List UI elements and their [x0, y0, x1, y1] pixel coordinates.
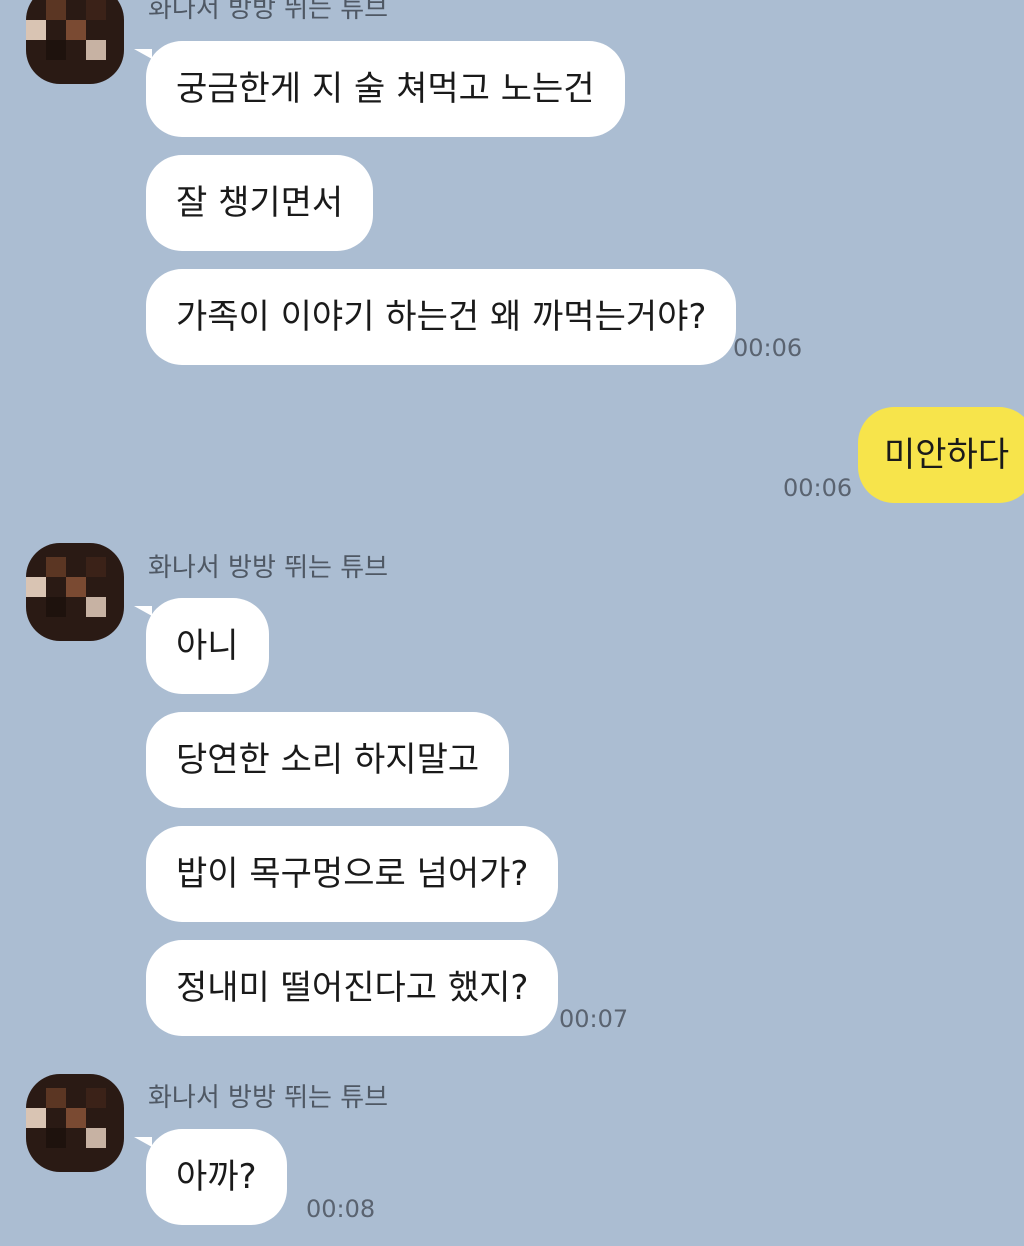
avatar-pixel: [66, 1108, 86, 1128]
sender-name: 화나서 방방 뛰는 튜브: [148, 553, 389, 583]
avatar[interactable]: [26, 543, 124, 641]
avatar-pixel: [86, 597, 106, 617]
message-bubble[interactable]: 정내미 떨어진다고 했지?: [146, 940, 559, 1036]
sender-name: 화나서 방방 뛰는 튜브: [148, 1083, 389, 1113]
avatar-pixel: [46, 1128, 66, 1148]
avatar-pixel: [66, 20, 86, 40]
message-bubble[interactable]: 아까?: [134, 1129, 287, 1225]
message-bubble[interactable]: 가족이 이야기 하는건 왜 까먹는거야?: [146, 269, 737, 365]
my-message-bubble[interactable]: 미안하다: [858, 407, 1024, 503]
message-bubble[interactable]: 궁금한게 지 술 쳐먹고 노는건: [134, 41, 625, 137]
message-bubble[interactable]: 잘 챙기면서: [146, 155, 374, 251]
avatar-pixel: [86, 1128, 106, 1148]
avatar-pixel: [46, 557, 66, 577]
avatar-pixel: [66, 577, 86, 597]
avatar-pixel: [86, 1088, 106, 1108]
avatar[interactable]: [26, 0, 124, 84]
avatar-pixel: [46, 597, 66, 617]
my-message-timestamp: 00:06: [783, 474, 853, 502]
message-bubble[interactable]: 밥이 목구멍으로 넘어가?: [146, 826, 559, 922]
avatar-pixel: [86, 0, 106, 20]
sender-name: 화나서 방방 뛰는 튜브: [148, 0, 389, 24]
message-timestamp: 00:07: [559, 1005, 629, 1033]
avatar-pixel: [46, 40, 66, 60]
avatar[interactable]: [26, 1074, 124, 1172]
avatar-pixel: [46, 0, 66, 20]
avatar-pixel: [26, 1108, 46, 1128]
avatar-pixel: [86, 557, 106, 577]
message-bubble[interactable]: 당연한 소리 하지말고: [146, 712, 510, 808]
chat-room: 화나서 방방 뛰는 튜브 궁금한게 지 술 쳐먹고 노는건 잘 챙기면서 가족이…: [0, 0, 1024, 1246]
avatar-pixel: [46, 1088, 66, 1108]
avatar-pixel: [86, 40, 106, 60]
avatar-pixel: [26, 20, 46, 40]
message-bubble[interactable]: 아니: [134, 598, 269, 694]
message-timestamp: 00:08: [306, 1195, 376, 1223]
message-timestamp: 00:06: [733, 334, 803, 362]
avatar-pixel: [26, 577, 46, 597]
